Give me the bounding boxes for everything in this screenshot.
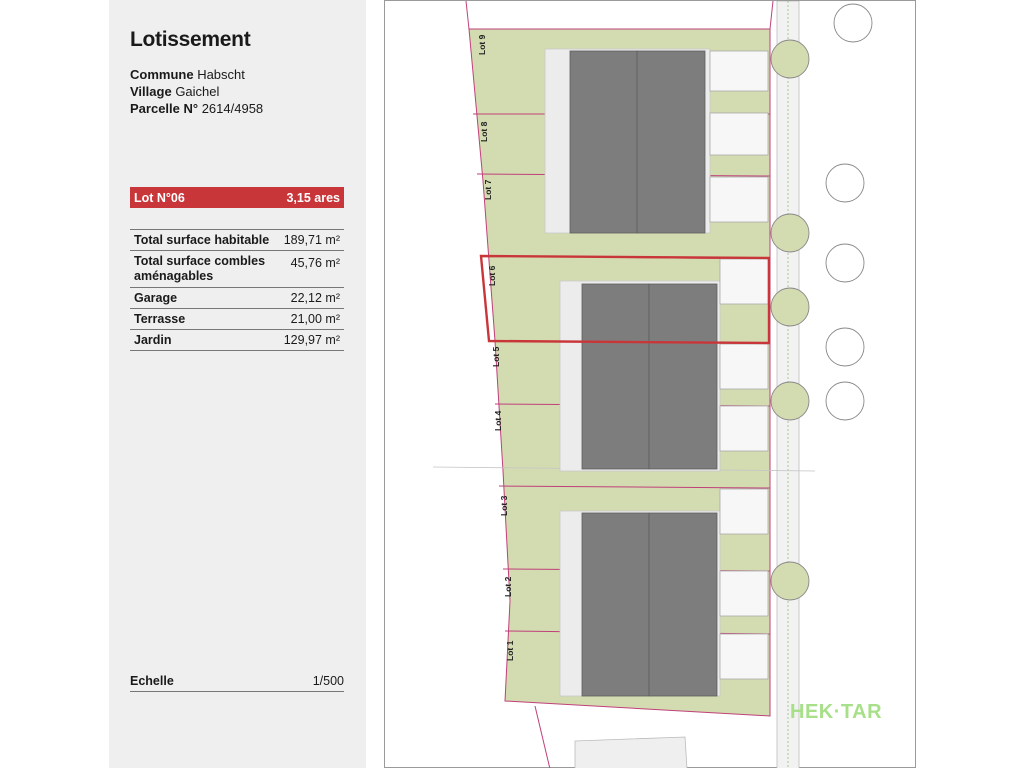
table-row: Terrasse 21,00 m² [130, 309, 344, 330]
row-label: Terrasse [134, 312, 186, 326]
roofs [569, 50, 718, 697]
surface-table: Total surface habitable 189,71 m² Total … [130, 229, 344, 351]
lot-label-2[interactable]: Lot 2 [503, 577, 513, 597]
commune-label: Commune [130, 67, 194, 82]
neighbour-building [574, 736, 688, 768]
commune-value: Habscht [197, 67, 245, 82]
table-row: Total surface habitable 189,71 m² [130, 230, 344, 251]
site-plan-drawing [432, 1, 873, 768]
table-row: Total surface combles aménagables 45,76 … [130, 251, 344, 288]
info-panel: Lotissement Commune Habscht Village Gaic… [109, 0, 366, 768]
selected-lot-band: Lot N°06 3,15 ares [130, 187, 344, 208]
lot-label-9[interactable]: Lot 9 [477, 35, 487, 55]
table-row: Jardin 129,97 m² [130, 330, 344, 351]
row-label: Garage [134, 291, 178, 305]
lot-label-4[interactable]: Lot 4 [493, 411, 503, 431]
lot-label-1[interactable]: Lot 1 [505, 641, 515, 661]
brand-watermark: HEK·TAR [790, 701, 883, 723]
row-value: 189,71 m² [283, 233, 340, 247]
parcelle-value: 2614/4958 [201, 101, 264, 116]
lot-label-7[interactable]: Lot 7 [483, 180, 493, 200]
row-label: Jardin [134, 333, 172, 347]
row-value: 22,12 m² [290, 291, 340, 305]
lot-name: Lot N°06 [134, 190, 185, 205]
scale-row: Echelle 1/500 [130, 672, 344, 692]
lot-label-5[interactable]: Lot 5 [491, 347, 501, 367]
village-value: Gaichel [175, 84, 220, 99]
lot-label-8[interactable]: Lot 8 [479, 122, 489, 142]
village-label: Village [130, 84, 172, 99]
row-value: 45,76 m² [290, 256, 340, 270]
lot-area: 3,15 ares [286, 190, 340, 205]
row-label: Total surface habitable [134, 233, 270, 247]
parcelle-line: Parcelle N° 2614/4958 [130, 101, 263, 116]
commune-line: Commune Habscht [130, 67, 245, 82]
site-plan[interactable]: Lot 9 Lot 8 Lot 7 Lot 6 Lot 5 Lot 4 Lot … [384, 0, 916, 768]
scale-label: Echelle [130, 674, 174, 688]
table-row: Garage 22,12 m² [130, 288, 344, 309]
row-label: Total surface combles aménagables [134, 254, 266, 283]
parcelle-label: Parcelle N° [130, 101, 199, 116]
panel-title: Lotissement [130, 28, 251, 51]
lot-label-6[interactable]: Lot 6 [487, 266, 497, 286]
scale-value: 1/500 [312, 674, 344, 688]
row-value: 21,00 m² [290, 312, 340, 326]
row-value: 129,97 m² [283, 333, 340, 347]
lot-label-3[interactable]: Lot 3 [499, 496, 509, 516]
village-line: Village Gaichel [130, 84, 219, 99]
